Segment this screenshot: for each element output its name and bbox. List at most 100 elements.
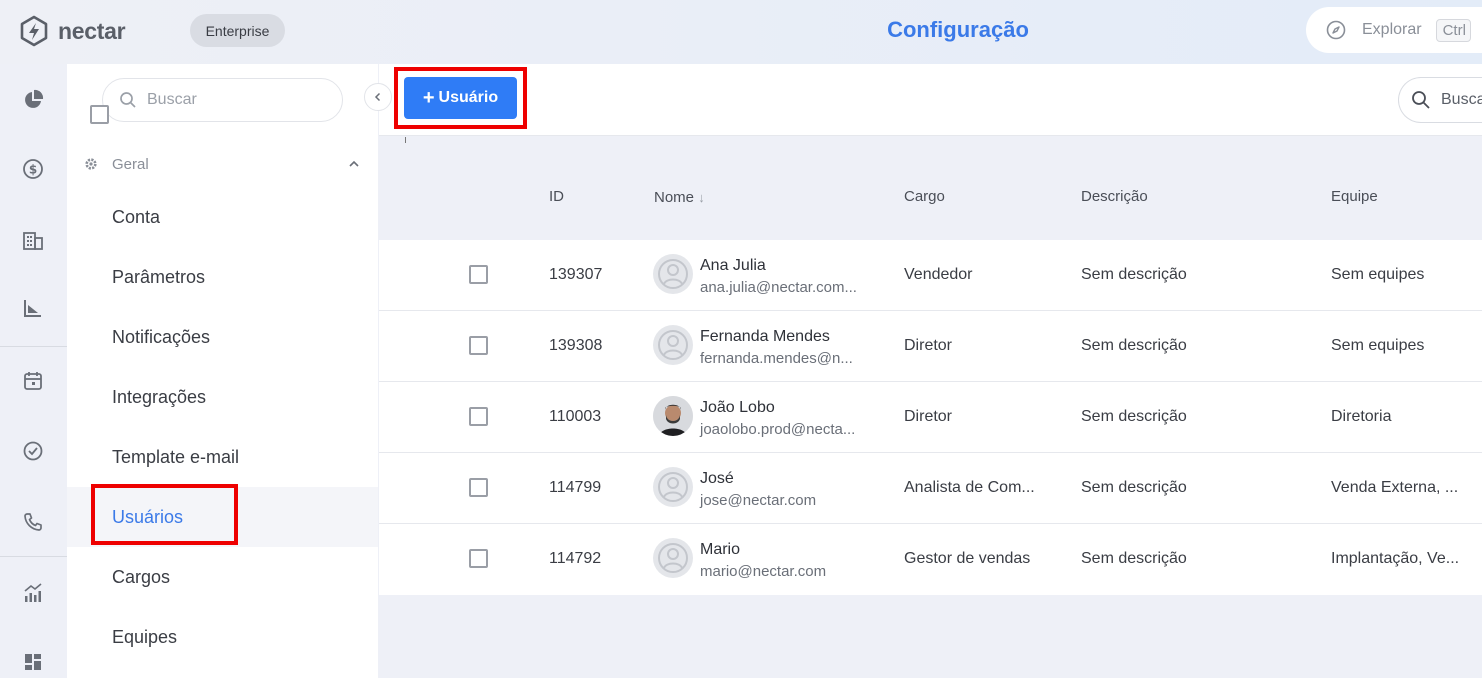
search-icon <box>1412 91 1430 109</box>
group-geral[interactable]: Geral <box>84 153 361 175</box>
sidebar-item-parametros[interactable]: Parâmetros <box>67 247 378 307</box>
trend-chart-icon[interactable] <box>22 582 44 604</box>
user-placeholder-icon <box>658 330 688 360</box>
sidebar-item-notificacoes[interactable]: Notificações <box>67 307 378 367</box>
page-title: Configuração <box>887 17 1029 42</box>
main-content: + Usuário ID Nome ↓ Cargo Descrição Equi… <box>90 64 1482 678</box>
sidebar-item-equipes[interactable]: Equipes <box>67 607 378 667</box>
column-cargo[interactable]: Cargo <box>904 188 945 205</box>
user-id: 139307 <box>549 266 603 283</box>
sidebar-item-integracoes[interactable]: Integrações <box>67 367 378 427</box>
settings-sidebar: Geral Conta Parâmetros Notificações Inte… <box>67 64 378 678</box>
plus-icon: + <box>422 86 435 109</box>
user-equipe: Sem equipes <box>1331 266 1425 283</box>
divider-mark <box>405 137 406 143</box>
user-email: fernanda.mendes@n... <box>700 350 853 367</box>
user-name[interactable]: João Lobo <box>700 399 775 417</box>
sidebar-item-usuarios[interactable]: Usuários <box>67 487 378 547</box>
chevron-up-icon[interactable] <box>347 157 361 171</box>
user-photo <box>653 396 693 436</box>
sidebar-search[interactable] <box>102 78 343 122</box>
user-id: 114792 <box>549 550 602 567</box>
building-icon[interactable] <box>22 229 44 251</box>
user-descricao: Sem descrição <box>1081 408 1187 425</box>
explore-search[interactable]: Explorar Ctrl <box>1306 7 1482 53</box>
compass-icon <box>1326 20 1346 40</box>
column-descricao[interactable]: Descrição <box>1081 188 1148 205</box>
row-checkbox[interactable] <box>469 549 488 568</box>
user-equipe: Diretoria <box>1331 408 1392 425</box>
rail-divider <box>0 346 67 347</box>
user-placeholder-icon <box>658 543 688 573</box>
user-descricao: Sem descrição <box>1081 550 1187 567</box>
dollar-icon[interactable]: $ <box>22 158 44 180</box>
column-equipe[interactable]: Equipe <box>1331 188 1378 205</box>
rail-divider <box>0 556 67 557</box>
user-name[interactable]: Ana Julia <box>700 257 766 275</box>
table-search-input[interactable] <box>1441 91 1482 109</box>
funnel-chart-icon[interactable] <box>22 297 44 319</box>
row-checkbox[interactable] <box>469 407 488 426</box>
sidebar-item-cargos[interactable]: Cargos <box>67 547 378 607</box>
sidebar-item-conta[interactable]: Conta <box>67 187 378 247</box>
user-id: 139308 <box>549 337 603 354</box>
table-row[interactable]: 114792 Mario mario@nectar.com Gestor de … <box>379 524 1482 595</box>
svg-text:$: $ <box>29 163 37 177</box>
app-name: nectar <box>58 17 126 44</box>
user-cargo: Diretor <box>904 408 953 425</box>
phone-icon[interactable] <box>22 511 44 533</box>
nectar-logo-icon <box>20 15 48 47</box>
toolbar: + Usuário <box>379 64 1482 136</box>
avatar <box>653 325 693 365</box>
check-circle-icon[interactable] <box>22 440 44 462</box>
user-cargo: Analista de Com... <box>904 479 1035 496</box>
user-cargo: Diretor <box>904 337 953 354</box>
table-search[interactable] <box>1398 77 1482 123</box>
user-name[interactable]: José <box>700 470 734 488</box>
explore-label: Explorar <box>1362 21 1422 38</box>
row-checkbox[interactable] <box>469 336 488 355</box>
table-row[interactable]: 139308 Fernanda Mendes fernanda.mendes@n… <box>379 311 1482 382</box>
group-label: Geral <box>112 155 149 173</box>
user-descricao: Sem descrição <box>1081 337 1187 354</box>
chevron-left-icon <box>374 92 381 102</box>
user-email: joaolobo.prod@necta... <box>700 421 856 438</box>
user-email: mario@nectar.com <box>700 563 827 580</box>
gear-icon <box>85 158 97 170</box>
avatar-photo <box>653 396 693 436</box>
column-nome[interactable]: Nome ↓ <box>654 189 705 206</box>
user-name[interactable]: Mario <box>700 541 740 559</box>
search-icon <box>120 92 136 108</box>
table-row[interactable]: 114799 José jose@nectar.com Analista de … <box>379 453 1482 524</box>
pie-chart-icon[interactable] <box>22 89 44 111</box>
nectar-logo[interactable]: nectar <box>18 15 126 47</box>
add-user-label: Usuário <box>438 89 499 106</box>
avatar <box>653 467 693 507</box>
dashboard-icon[interactable] <box>22 651 44 673</box>
avatar <box>653 538 693 578</box>
collapse-sidebar-button[interactable] <box>364 83 392 111</box>
select-all-checkbox[interactable] <box>90 105 109 124</box>
user-email: jose@nectar.com <box>700 492 817 509</box>
user-equipe: Venda Externa, ... <box>1331 479 1459 496</box>
shortcut-key: Ctrl <box>1435 18 1471 42</box>
sort-down-icon: ↓ <box>698 190 705 205</box>
user-descricao: Sem descrição <box>1081 479 1187 496</box>
sidebar-item-template-email[interactable]: Template e-mail <box>67 427 378 487</box>
user-cargo: Gestor de vendas <box>904 550 1031 567</box>
add-user-button[interactable]: + Usuário <box>404 77 517 119</box>
row-checkbox[interactable] <box>469 478 488 497</box>
user-name[interactable]: Fernanda Mendes <box>700 328 830 346</box>
column-id[interactable]: ID <box>549 188 564 205</box>
table-row[interactable]: 139307 Ana Julia ana.julia@nectar.com...… <box>379 240 1482 311</box>
user-equipe: Sem equipes <box>1331 337 1425 354</box>
calendar-icon[interactable] <box>22 370 44 392</box>
sidebar-search-input[interactable] <box>147 91 317 109</box>
user-placeholder-icon <box>658 259 688 289</box>
table-header: ID Nome ↓ Cargo Descrição Equipe <box>90 105 1482 240</box>
column-nome-label: Nome <box>654 189 695 206</box>
user-descricao: Sem descrição <box>1081 266 1187 283</box>
row-checkbox[interactable] <box>469 265 488 284</box>
table-row[interactable]: 110003 João Lobo joaolobo.prod@necta... … <box>379 382 1482 453</box>
user-table-body: 139307 Ana Julia ana.julia@nectar.com...… <box>379 240 1482 595</box>
